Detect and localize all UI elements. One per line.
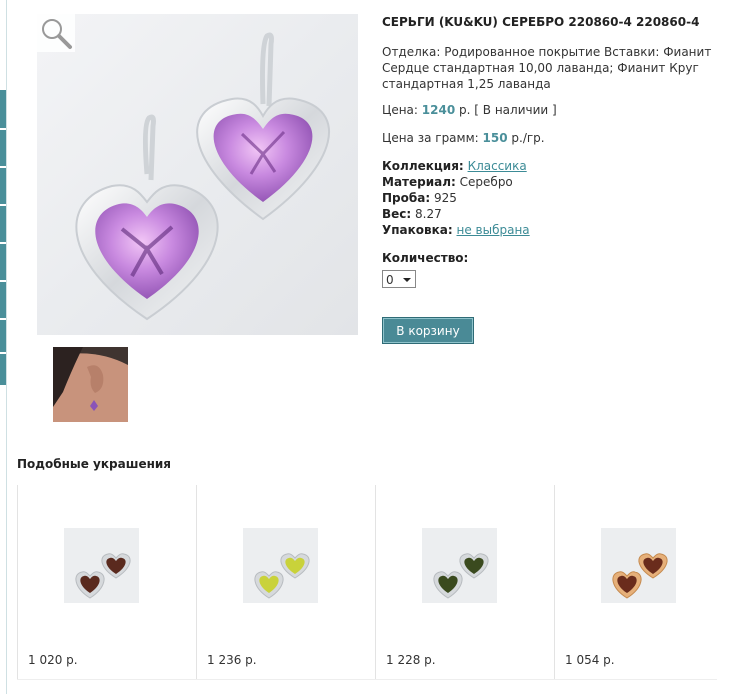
chevron-down-icon xyxy=(403,278,411,282)
zoom-icon[interactable] xyxy=(37,14,75,52)
quantity-label: Количество: xyxy=(382,251,469,265)
price-value: 1240 xyxy=(421,103,456,117)
similar-item-price: 1 054 р. xyxy=(565,653,615,667)
weight-value: 8.27 xyxy=(415,207,442,221)
similar-item[interactable]: 1 236 р. xyxy=(196,485,376,679)
proba-label: Проба: xyxy=(382,191,431,205)
availability-status: [ В наличии ] xyxy=(474,103,557,117)
price-label: Цена: xyxy=(382,103,418,117)
similar-item-price: 1 020 р. xyxy=(28,653,78,667)
similar-item-image[interactable] xyxy=(422,528,497,603)
quantity-row: Количество: xyxy=(382,250,722,266)
proba-value: 925 xyxy=(433,191,457,205)
product-title: СЕРЬГИ (KU&KU) СЕРЕБРО 220860-4 220860-4 xyxy=(382,15,700,29)
material-row: Материал: Серебро xyxy=(382,174,722,190)
per-gram-value: 150 xyxy=(482,131,508,145)
quantity-select[interactable]: 0 xyxy=(382,270,416,288)
collection-link[interactable]: Классика xyxy=(468,159,527,173)
collection-row: Коллекция: Классика xyxy=(382,158,722,174)
product-description: Отделка: Родированное покрытие Вставки: … xyxy=(382,45,712,91)
price-currency: р. xyxy=(459,103,471,117)
divider xyxy=(17,679,717,680)
packaging-row: Упаковка: не выбрана xyxy=(382,222,722,238)
similar-item-image[interactable] xyxy=(64,528,139,603)
product-main-image[interactable] xyxy=(37,14,358,335)
collection-label: Коллекция: xyxy=(382,159,464,173)
packaging-link[interactable]: не выбрана xyxy=(457,223,530,237)
weight-label: Вес: xyxy=(382,207,412,221)
per-gram-label: Цена за грамм: xyxy=(382,131,479,145)
similar-item-price: 1 228 р. xyxy=(386,653,436,667)
per-gram-unit: р./гр. xyxy=(511,131,545,145)
similar-grid: 1 020 р. 1 236 р. 1 228 р. 1 054 р. xyxy=(17,485,731,679)
product-thumbnail[interactable] xyxy=(53,347,128,422)
proba-row: Проба: 925 xyxy=(382,190,722,206)
price-row: Цена: 1240 р. [ В наличии ] xyxy=(382,102,722,118)
per-gram-row: Цена за грамм: 150 р./гр. xyxy=(382,130,722,146)
similar-item[interactable]: 1 228 р. xyxy=(375,485,555,679)
material-value: Серебро xyxy=(459,175,513,189)
similar-item[interactable]: 1 054 р. xyxy=(554,485,731,679)
product-info: СЕРЬГИ (KU&KU) СЕРЕБРО 220860-4 220860-4… xyxy=(382,14,722,344)
left-border xyxy=(6,0,7,694)
similar-item[interactable]: 1 020 р. xyxy=(17,485,197,679)
material-label: Материал: xyxy=(382,175,456,189)
similar-item-price: 1 236 р. xyxy=(207,653,257,667)
packaging-label: Упаковка: xyxy=(382,223,453,237)
similar-item-image[interactable] xyxy=(243,528,318,603)
similar-item-image[interactable] xyxy=(601,528,676,603)
similar-heading: Подобные украшения xyxy=(17,457,172,471)
quantity-value: 0 xyxy=(386,273,394,287)
weight-row: Вес: 8.27 xyxy=(382,206,722,222)
add-to-cart-button[interactable]: В корзину xyxy=(382,317,474,344)
